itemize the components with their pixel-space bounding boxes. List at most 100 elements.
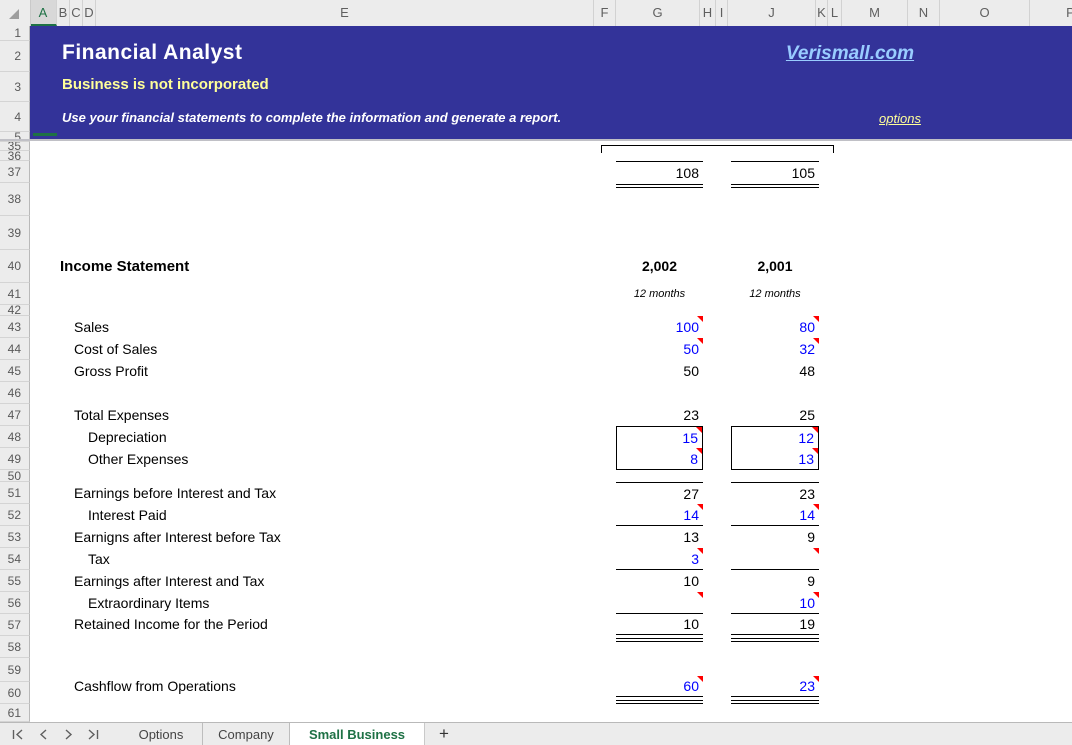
- statement-title[interactable]: Income Statement: [60, 250, 189, 283]
- row-label-44[interactable]: Cost of Sales: [74, 338, 157, 360]
- sheet-tab-bar: OptionsCompanySmall Business+: [0, 722, 1072, 745]
- tab-next-button[interactable]: [59, 726, 77, 743]
- column-header-D[interactable]: D: [83, 0, 96, 26]
- value-cell-49-2002[interactable]: 8: [616, 448, 703, 470]
- column-header-L[interactable]: L: [828, 0, 842, 26]
- row-header-42[interactable]: 42: [0, 305, 30, 316]
- value-cell-53-2001[interactable]: 9: [731, 526, 819, 548]
- row-header-38[interactable]: 38: [0, 183, 30, 216]
- column-header-O[interactable]: O: [940, 0, 1030, 26]
- row-label-53[interactable]: Earnigns after Interest before Tax: [74, 526, 281, 548]
- value-cell-43-2002[interactable]: 100: [616, 316, 703, 338]
- banner-tagline: Use your financial statements to complet…: [62, 110, 561, 125]
- double-underline: [616, 184, 703, 188]
- value-cell-56-2001[interactable]: 10: [731, 592, 819, 614]
- row-header-46[interactable]: 46: [0, 382, 30, 404]
- row-label-49[interactable]: Other Expenses: [88, 448, 188, 470]
- value-cell-53-2002[interactable]: 13: [616, 526, 703, 548]
- row-header-61[interactable]: 61: [0, 704, 30, 722]
- row-header-2[interactable]: 2: [0, 41, 30, 72]
- column-header-G[interactable]: G: [616, 0, 700, 26]
- row-header-36[interactable]: 36: [0, 151, 30, 161]
- value-cell-45-2001[interactable]: 48: [731, 360, 819, 382]
- column-header-P[interactable]: P: [1030, 0, 1072, 26]
- value-cell-56-2002[interactable]: [616, 592, 703, 614]
- row-label-47[interactable]: Total Expenses: [74, 404, 169, 426]
- value-cell-43-2001[interactable]: 80: [731, 316, 819, 338]
- row-header-39[interactable]: 39: [0, 216, 30, 250]
- value-cell-51-2002[interactable]: 27: [616, 482, 703, 504]
- value-cell-47-2001[interactable]: 25: [731, 404, 819, 426]
- statement-row-54: Tax 3: [0, 548, 1072, 570]
- row-label-57[interactable]: Retained Income for the Period: [74, 614, 268, 635]
- value-cell-48-2001[interactable]: 12: [731, 426, 819, 448]
- column-header-K[interactable]: K: [816, 0, 828, 26]
- row-label-55[interactable]: Earnings after Interest and Tax: [74, 570, 264, 592]
- value-cell-52-2001[interactable]: 14: [731, 504, 819, 526]
- brand-link[interactable]: Verismall.com: [740, 43, 960, 65]
- value-cell-51-2001[interactable]: 23: [731, 482, 819, 504]
- column-header-M[interactable]: M: [842, 0, 908, 26]
- value-cell-60-2001[interactable]: 23: [731, 676, 819, 697]
- column-header-A[interactable]: A: [30, 0, 57, 26]
- column-header-E[interactable]: E: [96, 0, 594, 26]
- value-cell-48-2002[interactable]: 15: [616, 426, 703, 448]
- value-cell-44-2001[interactable]: 32: [731, 338, 819, 360]
- column-header-C[interactable]: C: [70, 0, 83, 26]
- row-header-58[interactable]: 58: [0, 636, 30, 658]
- options-link[interactable]: options: [860, 111, 940, 126]
- value-cell-57-2002[interactable]: 10: [616, 614, 703, 635]
- row-label-43[interactable]: Sales: [74, 316, 109, 338]
- row-label-54[interactable]: Tax: [88, 548, 110, 570]
- value-cell-60-2002[interactable]: 60: [616, 676, 703, 697]
- row-header-37[interactable]: 37: [0, 161, 30, 183]
- period-header-2001[interactable]: 12 months: [731, 283, 819, 305]
- sheet-tab-small-business[interactable]: Small Business: [290, 723, 425, 745]
- row-header-35[interactable]: 35: [0, 142, 30, 151]
- year-header-2001[interactable]: 2,001: [731, 250, 819, 283]
- row-header-50[interactable]: 50: [0, 470, 30, 482]
- statement-row-45: Gross Profit 50 48: [0, 360, 1072, 382]
- row-header-3[interactable]: 3: [0, 72, 30, 102]
- column-header-N[interactable]: N: [908, 0, 940, 26]
- tab-last-button[interactable]: [84, 726, 102, 743]
- row-label-56[interactable]: Extraordinary Items: [88, 592, 209, 614]
- year-header-2002[interactable]: 2,002: [616, 250, 703, 283]
- value-cell-52-2002[interactable]: 14: [616, 504, 703, 526]
- sheet-tab-options[interactable]: Options: [120, 723, 203, 745]
- app-title: Financial Analyst: [62, 41, 242, 65]
- row-label-52[interactable]: Interest Paid: [88, 504, 167, 526]
- row-header-40[interactable]: 40: [0, 250, 30, 283]
- value-cell-47-2002[interactable]: 23: [616, 404, 703, 426]
- cell-total-2001[interactable]: 105: [731, 161, 819, 183]
- value-cell-49-2001[interactable]: 13: [731, 448, 819, 470]
- period-header-2002[interactable]: 12 months: [616, 283, 703, 305]
- sheet-tab-company[interactable]: Company: [203, 723, 290, 745]
- column-header-F[interactable]: F: [594, 0, 616, 26]
- row-label-60[interactable]: Cashflow from Operations: [74, 676, 236, 697]
- value-cell-44-2002[interactable]: 50: [616, 338, 703, 360]
- value-cell-54-2001[interactable]: [731, 548, 819, 570]
- column-header-B[interactable]: B: [57, 0, 70, 26]
- tab-first-button[interactable]: [8, 726, 26, 743]
- row-header-4[interactable]: 4: [0, 102, 30, 132]
- row-header-1[interactable]: 1: [0, 26, 30, 41]
- row-label-48[interactable]: Depreciation: [88, 426, 167, 448]
- row-header-41[interactable]: 41: [0, 283, 30, 305]
- tab-prev-button[interactable]: [34, 726, 52, 743]
- value-cell-54-2002[interactable]: 3: [616, 548, 703, 570]
- column-header-I[interactable]: I: [716, 0, 728, 26]
- add-sheet-button[interactable]: +: [430, 723, 458, 745]
- value-cell-55-2001[interactable]: 9: [731, 570, 819, 592]
- row-label-51[interactable]: Earnings before Interest and Tax: [74, 482, 276, 504]
- statement-row-48: Depreciation 15 12: [0, 426, 1072, 448]
- value-cell-55-2002[interactable]: 10: [616, 570, 703, 592]
- row-label-45[interactable]: Gross Profit: [74, 360, 148, 382]
- active-cell-border: [33, 133, 57, 136]
- column-header-H[interactable]: H: [700, 0, 716, 26]
- select-all-corner[interactable]: [0, 0, 31, 26]
- value-cell-45-2002[interactable]: 50: [616, 360, 703, 382]
- value-cell-57-2001[interactable]: 19: [731, 614, 819, 635]
- cell-total-2002[interactable]: 108: [616, 161, 703, 183]
- column-header-J[interactable]: J: [728, 0, 816, 26]
